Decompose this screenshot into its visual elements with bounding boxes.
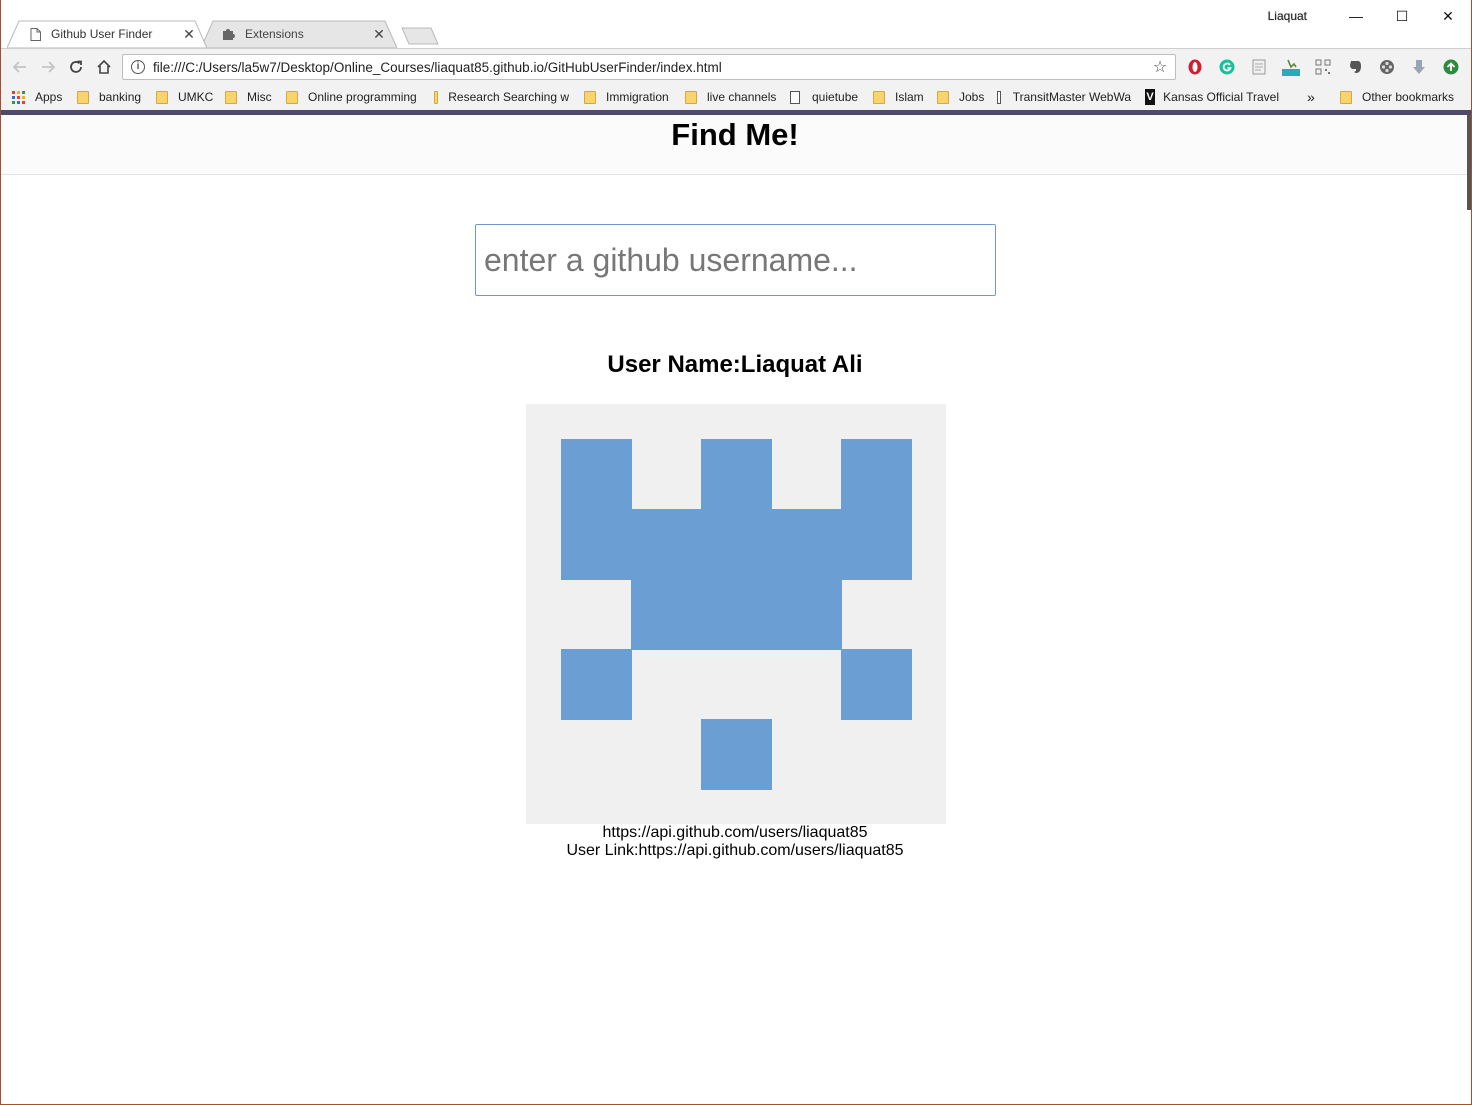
opera-icon[interactable]: [1186, 58, 1204, 76]
bookmark-immigration[interactable]: Immigration: [584, 88, 669, 106]
bookmark-jobs[interactable]: Jobs: [937, 88, 984, 106]
bookmark-label: banking: [99, 90, 142, 104]
tab-label: Github User Finder: [51, 27, 153, 41]
bookmark-star-icon[interactable]: ☆: [1149, 57, 1171, 77]
bookmark-kansas-travel[interactable]: V Kansas Official Travel: [1145, 88, 1279, 106]
bookmark-misc[interactable]: Misc: [225, 88, 272, 106]
folder-icon: [225, 90, 237, 104]
v-logo-icon: V: [1145, 89, 1156, 105]
forward-arrow-icon[interactable]: [38, 57, 58, 77]
avatar-pixel: [841, 649, 912, 720]
bookmark-umkc[interactable]: UMKC: [156, 88, 213, 106]
bookmark-transitmaster[interactable]: TransitMaster WebWa: [997, 88, 1131, 106]
avatar-pixel: [561, 439, 632, 580]
download-arrow-icon[interactable]: [1410, 58, 1428, 76]
browser-toolbar: i file:///C:/Users/la5w7/Desktop/Online_…: [1, 48, 1471, 85]
page-header: Find Me!: [1, 115, 1469, 175]
bookmark-label: Jobs: [959, 90, 985, 104]
qr-code-icon[interactable]: [1314, 58, 1332, 76]
user-name-heading: User Name:Liaquat Ali: [607, 351, 863, 378]
minimize-icon[interactable]: —: [1333, 0, 1379, 32]
document-extension-icon[interactable]: [1250, 58, 1268, 76]
avatar: [526, 404, 946, 824]
apps-shortcut[interactable]: Apps: [12, 88, 62, 106]
apps-label: Apps: [35, 90, 63, 104]
avatar-pixel: [701, 439, 772, 510]
folder-icon: [873, 90, 885, 104]
bookmarks-bar: Apps banking UMKC Misc Online programmin…: [1, 84, 1471, 111]
reload-icon[interactable]: [66, 57, 86, 77]
bookmark-online-programming[interactable]: Online programming: [286, 88, 417, 106]
info-icon[interactable]: i: [131, 60, 145, 74]
other-bookmarks[interactable]: Other bookmarks: [1340, 88, 1454, 106]
folder-icon: [584, 90, 596, 104]
page-content: Find Me! User Name:Liaquat Ali https://a…: [1, 115, 1469, 1103]
page-icon: [790, 90, 800, 104]
profile-name[interactable]: Liaquat: [1268, 9, 1307, 23]
folder-icon: [77, 90, 89, 104]
folder-icon: [434, 90, 439, 104]
apps-grid-icon: [12, 90, 25, 104]
back-arrow-icon[interactable]: [10, 57, 30, 77]
folder-icon: [937, 90, 949, 104]
tab-github-user-finder[interactable]: Github User Finder ✕: [7, 20, 207, 48]
bookmark-islam[interactable]: Islam: [873, 88, 924, 106]
close-window-icon[interactable]: ✕: [1425, 0, 1471, 32]
scrollbar[interactable]: [1467, 115, 1471, 210]
bookmark-label: Misc: [247, 90, 272, 104]
user-link-text[interactable]: User Link:https://api.github.com/users/l…: [1, 842, 1469, 860]
bookmark-label: quietube: [812, 90, 859, 104]
evernote-icon[interactable]: [1346, 58, 1364, 76]
home-icon[interactable]: [94, 57, 114, 77]
maximize-icon[interactable]: ☐: [1379, 0, 1425, 32]
folder-icon: [286, 90, 298, 104]
film-reel-icon[interactable]: [1378, 58, 1396, 76]
folder-icon: [156, 90, 168, 104]
puzzle-icon: [221, 26, 237, 42]
avatar-pixel: [631, 509, 842, 650]
timer-extension-icon[interactable]: [1282, 58, 1300, 76]
close-tab-icon[interactable]: ✕: [371, 26, 387, 43]
bookmark-label: Immigration: [606, 90, 669, 104]
folder-icon: [685, 90, 697, 104]
bookmarks-overflow-button[interactable]: »: [1307, 88, 1315, 106]
bookmark-research-searching[interactable]: Research Searching w: [434, 88, 569, 106]
grammarly-icon[interactable]: [1218, 58, 1236, 76]
browser-window: Github User Finder ✕ Extensions ✕ Liaqua…: [0, 0, 1472, 1105]
tab-label: Extensions: [245, 27, 304, 41]
bookmark-label: live channels: [707, 90, 777, 104]
bookmark-live-channels[interactable]: live channels: [685, 88, 776, 106]
bookmark-label: Other bookmarks: [1362, 90, 1455, 104]
bookmark-label: Research Searching w: [448, 90, 569, 104]
bookmark-quietube[interactable]: quietube: [790, 88, 858, 106]
username-search-input[interactable]: [475, 224, 996, 296]
address-bar[interactable]: i file:///C:/Users/la5w7/Desktop/Online_…: [122, 54, 1176, 80]
avatar-pixel: [701, 719, 772, 790]
bookmark-label: TransitMaster WebWa: [1012, 90, 1131, 104]
window-controls: — ☐ ✕: [1333, 0, 1471, 32]
page-title: Find Me!: [671, 117, 799, 152]
avatar-pixel: [561, 649, 632, 720]
bookmark-label: UMKC: [178, 90, 214, 104]
avatar-pixel: [841, 439, 912, 580]
api-url-text: https://api.github.com/users/liaquat85: [602, 824, 868, 841]
tab-strip: Github User Finder ✕ Extensions ✕ Liaqua…: [1, 0, 1471, 48]
bookmark-label: Islam: [895, 90, 924, 104]
page-icon: [27, 26, 43, 42]
url-text[interactable]: file:///C:/Users/la5w7/Desktop/Online_Co…: [153, 60, 1149, 75]
update-arrow-icon[interactable]: [1442, 58, 1460, 76]
folder-icon: [1340, 90, 1352, 104]
bookmark-label: Kansas Official Travel: [1163, 90, 1279, 104]
tab-extensions[interactable]: Extensions ✕: [201, 20, 397, 48]
new-tab-button[interactable]: [401, 27, 439, 45]
bookmark-banking[interactable]: banking: [77, 88, 141, 106]
close-tab-icon[interactable]: ✕: [181, 26, 197, 43]
page-icon: [997, 90, 1001, 104]
bookmark-label: Online programming: [308, 90, 417, 104]
